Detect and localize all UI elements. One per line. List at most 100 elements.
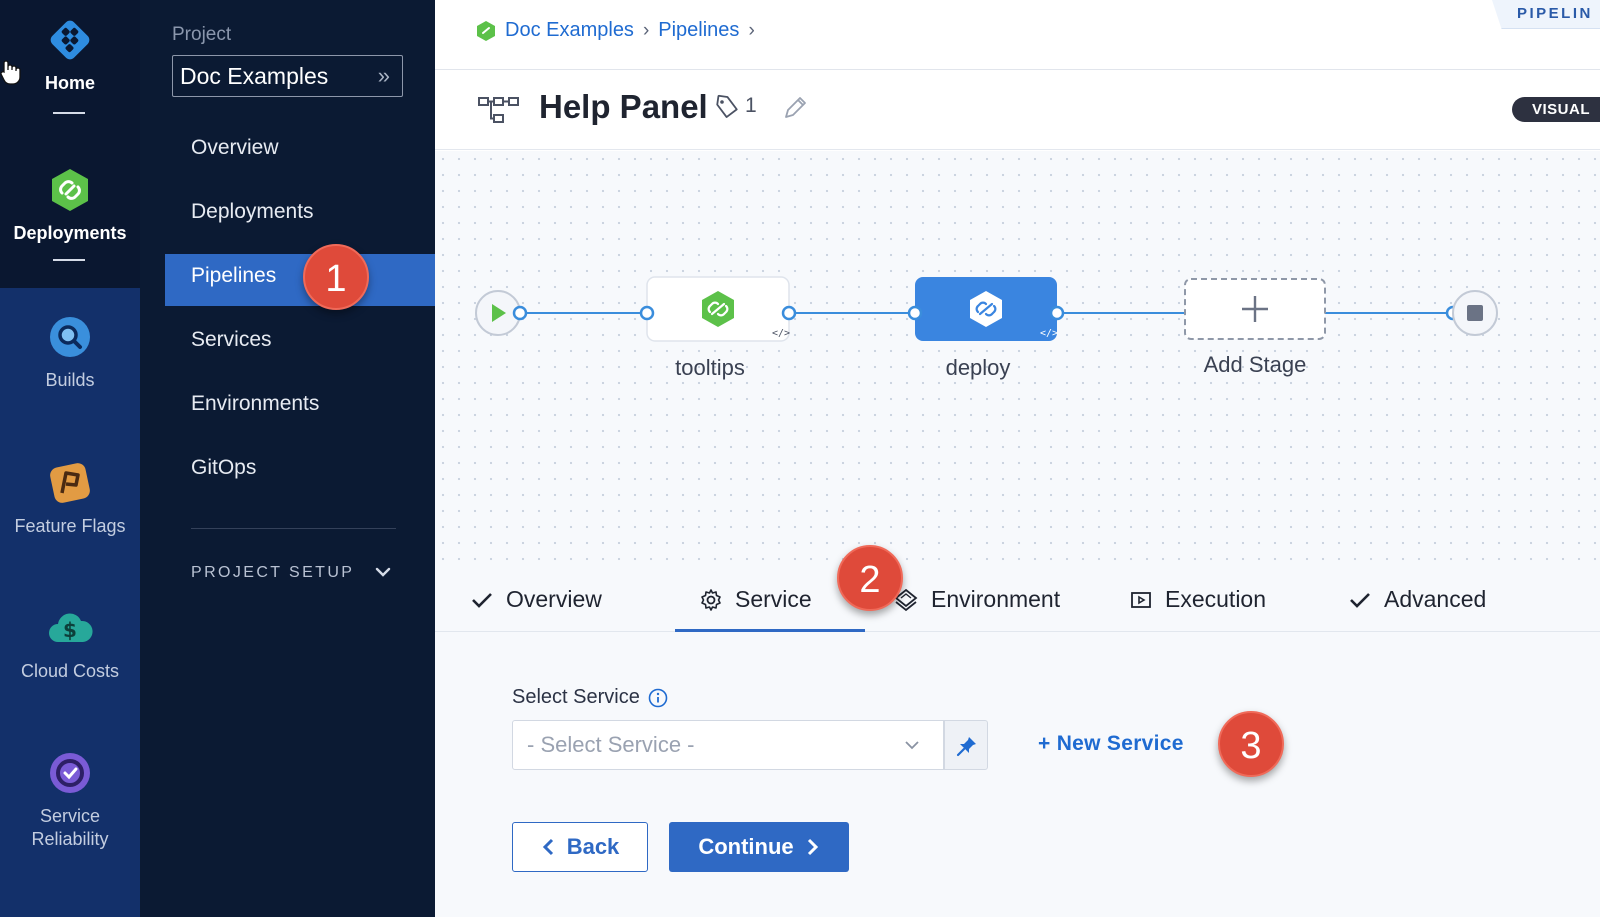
nav-item-pipelines[interactable]: Pipelines [191,264,276,288]
project-selector[interactable]: Doc Examples » [172,55,403,97]
chevron-left-icon [542,838,553,856]
hand-cursor-icon [0,60,21,85]
pipeline-icon [478,97,519,123]
chevron-right-icon [807,838,818,856]
page-title: Help Panel [539,88,708,125]
rail-item-builds[interactable]: Builds [0,313,140,392]
pin-icon [956,737,976,757]
port-dot [907,305,923,321]
back-button[interactable]: Back [512,822,648,872]
breadcrumb: Doc Examples › Pipelines › [475,19,764,42]
port-dot [1049,305,1065,321]
execution-icon [1131,591,1151,608]
add-stage-label: Add Stage [1203,352,1307,377]
pipeline-title-row: Help Panel 1 VISUAL [435,70,1600,150]
tab-label: Execution [1165,586,1267,612]
stage-tabs: Overview Service Environment Execution A… [435,566,1600,632]
nav-divider [191,528,396,529]
gear-icon [701,588,721,611]
info-icon[interactable] [648,688,668,708]
continue-label: Continue [698,834,794,859]
svg-text:</>: </> [1040,328,1058,339]
check-icon [1350,592,1370,608]
port-dot [781,305,797,321]
tab-service[interactable]: Service [699,586,812,613]
stage-node-tooltips[interactable]: </> [646,276,790,342]
tag-icon[interactable] [713,93,741,121]
project-nav: Project Doc Examples » Overview Deployme… [140,0,435,917]
main-content: Doc Examples › Pipelines › PIPELIN Help … [435,0,1600,917]
nav-item-environments[interactable]: Environments [191,392,319,416]
port-dot [512,305,528,321]
tab-advanced[interactable]: Advanced [1348,586,1486,613]
rail-deployments-underline [53,259,85,261]
stage-label-deploy: deploy [945,355,1011,380]
module-rail: Home Deployments Builds Feature Flags $ … [0,0,140,917]
field-label-text: Select Service [512,686,640,708]
deployments-icon [52,169,88,211]
project-label: Project [172,24,232,45]
stage-node-deploy[interactable]: </> [915,277,1058,341]
select-service-label: Select Service [512,686,668,709]
service-reliability-icon [50,753,90,793]
stage-label-tooltips: tooltips [675,355,745,380]
rail-item-feature-flags[interactable]: Feature Flags [0,459,140,538]
chevron-down-icon [905,741,919,750]
tab-label: Service [735,586,812,612]
svg-text:</>: </> [772,328,790,339]
breadcrumb-pipelines-link[interactable]: Pipelines [658,19,739,42]
chevron-down-icon[interactable] [373,562,393,582]
back-label: Back [566,834,620,859]
tab-label: Environment [931,586,1061,612]
rail-item-deployments[interactable]: Deployments [0,166,140,245]
select-service-dropdown[interactable]: - Select Service - [512,720,944,770]
callout-badge-1: 1 [303,244,369,310]
callout-badge-3: 3 [1218,711,1284,777]
nav-item-deployments[interactable]: Deployments [191,200,314,224]
nav-item-gitops[interactable]: GitOps [191,456,256,480]
add-stage-node[interactable] [1184,278,1326,340]
port-dot [639,305,655,321]
tab-label: Overview [506,586,602,612]
edit-pencil-icon[interactable] [781,94,809,122]
rail-item-service-reliability[interactable]: Service Reliability [0,749,140,851]
svg-text:$: $ [63,618,77,642]
tag-count: 1 [745,94,757,117]
tab-label: Advanced [1384,586,1487,612]
callout-badge-2: 2 [837,545,903,611]
pipeline-corner-tag: PIPELIN [1492,0,1600,29]
tab-environment[interactable]: Environment [893,586,1060,613]
new-service-link[interactable]: + New Service [1038,732,1184,756]
feature-flags-icon [50,463,90,503]
tab-execution[interactable]: Execution [1129,586,1266,613]
pipeline-end-node [1452,290,1498,336]
rail-label-cloud-costs: Cloud Costs [20,661,120,681]
service-form: Select Service - Select Service - + New … [435,632,1600,917]
rail-label-builds: Builds [45,370,95,390]
project-name: Doc Examples [180,63,329,89]
tab-overview[interactable]: Overview [470,586,602,613]
select-placeholder: - Select Service - [527,732,695,757]
deployments-icon [477,20,495,41]
nav-item-services[interactable]: Services [191,328,272,352]
check-icon [472,592,492,608]
rail-label-reliability: Reliability [31,829,109,849]
rail-label-feature-flags: Feature Flags [14,516,126,536]
builds-icon [50,317,90,357]
breadcrumb-separator: › [748,19,755,41]
pipeline-canvas: </> </> tooltips deploy Add Stage [435,151,1600,566]
rail-home-underline [53,112,85,114]
continue-button[interactable]: Continue [669,822,849,872]
visual-view-toggle[interactable]: VISUAL [1512,97,1600,122]
double-chevron-right-icon: » [377,63,390,88]
cloud-costs-icon: $ [49,613,93,642]
project-setup-label[interactable]: PROJECT SETUP [191,564,354,582]
rail-label-service: Service [39,806,101,826]
rail-item-cloud-costs[interactable]: $ Cloud Costs [0,604,140,683]
nav-item-overview[interactable]: Overview [191,136,279,160]
rail-label-deployments: Deployments [13,223,127,243]
pin-button[interactable] [944,720,988,770]
home-diamond-icon [50,20,90,60]
breadcrumb-project-link[interactable]: Doc Examples [505,19,634,42]
breadcrumb-separator: › [642,19,650,41]
